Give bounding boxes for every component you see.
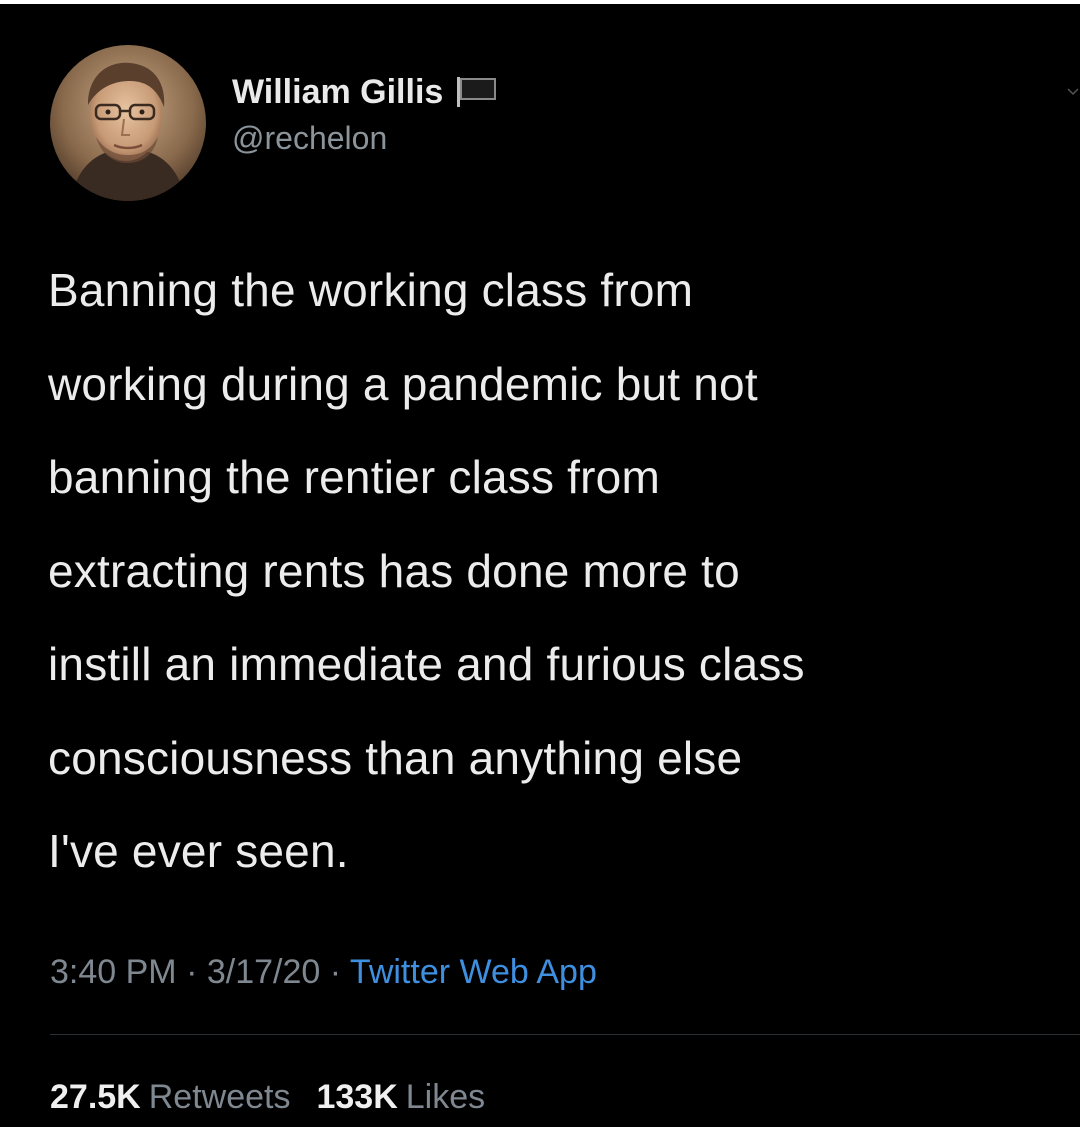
tweet-meta: 3:40 PM · 3/17/20 · Twitter Web App bbox=[50, 950, 597, 994]
black-flag-icon bbox=[455, 75, 499, 109]
divider bbox=[50, 1034, 1080, 1035]
avatar-photo-icon bbox=[50, 45, 206, 201]
meta-separator: · bbox=[186, 953, 207, 991]
tweet-text: Banning the working class from working d… bbox=[48, 264, 805, 877]
meta-separator: · bbox=[329, 953, 350, 991]
tweet-source-link[interactable]: Twitter Web App bbox=[350, 953, 597, 991]
likes-label: Likes bbox=[405, 1078, 486, 1116]
display-name[interactable]: William Gillis bbox=[232, 72, 443, 112]
user-info: William Gillis @rechelon bbox=[232, 72, 499, 158]
likes-stat[interactable]: 133K Likes bbox=[316, 1078, 485, 1116]
tweet-header: William Gillis @rechelon bbox=[50, 45, 499, 201]
retweets-stat[interactable]: 27.5K Retweets bbox=[50, 1078, 290, 1116]
retweets-count: 27.5K bbox=[50, 1078, 141, 1116]
tweet-time[interactable]: 3:40 PM bbox=[50, 953, 177, 991]
tweet-card: William Gillis @rechelon Banning the wor… bbox=[0, 4, 1080, 1127]
retweets-label: Retweets bbox=[148, 1078, 291, 1116]
likes-count: 133K bbox=[316, 1078, 398, 1116]
avatar[interactable] bbox=[50, 45, 206, 201]
chevron-down-icon[interactable] bbox=[1066, 86, 1080, 96]
tweet-date[interactable]: 3/17/20 bbox=[207, 953, 320, 991]
user-handle[interactable]: @rechelon bbox=[232, 118, 499, 158]
display-name-row: William Gillis bbox=[232, 72, 499, 112]
tweet-stats: 27.5K Retweets 133K Likes bbox=[50, 1075, 485, 1119]
